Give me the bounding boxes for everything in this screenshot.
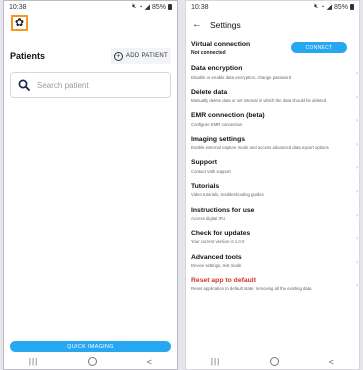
setting-title: Tutorials <box>191 182 220 190</box>
setting-title: Advanced tools <box>191 253 242 261</box>
system-nav-bar: ||| < <box>4 354 177 369</box>
back-button[interactable]: < <box>147 357 152 367</box>
gear-icon: ✿ <box>14 16 25 29</box>
setting-title: Data encryption <box>191 65 243 73</box>
setting-desc: Device settings, test mode <box>191 262 242 268</box>
setting-title: Check for updates <box>191 230 251 238</box>
status-icons: 🔇︎ ◔ ◢ 85% <box>314 3 354 11</box>
setting-title: Imaging settings <box>191 135 246 143</box>
search-icon <box>18 79 30 91</box>
connect-button[interactable]: CONNECT <box>291 42 347 53</box>
add-patient-button[interactable]: + ADD PATIENT <box>110 48 171 64</box>
back-arrow-icon[interactable]: ← <box>192 20 202 30</box>
home-button[interactable] <box>269 357 279 366</box>
setting-title: Delete data <box>191 88 228 96</box>
search-input[interactable] <box>37 80 157 90</box>
back-button[interactable]: < <box>329 357 334 367</box>
chevron-right-icon: › <box>356 188 358 195</box>
setting-data-encryption[interactable]: Data encryption Disable or enable data e… <box>186 65 359 80</box>
setting-support[interactable]: Support Contact Volk support › <box>186 159 359 174</box>
setting-desc: Disable or enable data encryption, chang… <box>191 74 292 80</box>
setting-check-for-updates[interactable]: Check for updates Your current version i… <box>186 230 359 245</box>
setting-emr-connection[interactable]: EMR connection (beta) Configure EMR conn… <box>186 112 359 127</box>
setting-instructions-for-use[interactable]: Instructions for use Access digital IFU … <box>186 207 359 222</box>
page-title: Settings <box>210 20 241 30</box>
chevron-right-icon: › <box>356 236 358 243</box>
setting-desc: Video tutorials, troubleshooting guides <box>191 192 264 198</box>
chevron-right-icon: › <box>356 283 358 290</box>
patients-screen: 10:38 🔇︎ ◔ ◢ 85% ✿ Patients + ADD PATIEN… <box>3 0 178 370</box>
setting-tutorials[interactable]: Tutorials Video tutorials, troubleshooti… <box>186 183 359 198</box>
battery-icon <box>168 4 172 10</box>
setting-title: Instructions for use <box>191 206 255 214</box>
battery-icon <box>350 4 354 10</box>
quick-imaging-button[interactable]: QUICK IMAGING <box>10 341 171 352</box>
battery-level: 85% <box>151 3 166 11</box>
setting-title: EMR connection (beta) <box>191 112 265 120</box>
status-bar: 10:38 🔇︎ ◔ ◢ 85% <box>186 1 359 13</box>
chevron-right-icon: › <box>356 71 358 78</box>
wifi-icon: ◔ <box>320 3 325 11</box>
setting-desc: Manually delete data or set interval in … <box>191 98 327 104</box>
status-bar: 10:38 🔇︎ ◔ ◢ 85% <box>4 1 177 13</box>
search-box[interactable] <box>10 72 171 98</box>
chevron-right-icon: › <box>356 259 358 266</box>
chevron-right-icon: › <box>356 141 358 148</box>
setting-desc: Configure EMR connection <box>191 121 243 127</box>
status-time: 10:38 <box>191 3 209 11</box>
status-icons: 🔇︎ ◔ ◢ 85% <box>132 3 172 11</box>
settings-screen: 10:38 🔇︎ ◔ ◢ 85% ← Settings Virtual conn… <box>185 0 360 370</box>
setting-advanced-tools[interactable]: Advanced tools Device settings, test mod… <box>186 254 359 269</box>
chevron-right-icon: › <box>356 212 358 219</box>
setting-title: Support <box>191 159 218 167</box>
setting-desc: Enable external capture mode and access … <box>191 145 329 151</box>
setting-desc: Access digital IFU <box>191 215 226 221</box>
recent-apps-button[interactable]: ||| <box>29 357 38 366</box>
patients-header: Patients + ADD PATIENT <box>10 48 171 64</box>
home-button[interactable] <box>87 357 97 366</box>
page-title: Patients <box>10 51 46 61</box>
settings-list: Virtual connection Not connected CONNECT… <box>186 41 359 301</box>
setting-imaging-settings[interactable]: Imaging settings Enable external capture… <box>186 136 359 151</box>
chevron-right-icon: › <box>356 94 358 101</box>
add-patient-label: ADD PATIENT <box>125 53 168 59</box>
setting-reset-app[interactable]: Reset app to default Reset application t… <box>186 277 359 292</box>
setting-delete-data[interactable]: Delete data Manually delete data or set … <box>186 89 359 104</box>
setting-desc: Your current version is 1.0.0 <box>191 239 245 245</box>
wifi-icon: ◔ <box>138 3 143 11</box>
chevron-right-icon: › <box>356 118 358 125</box>
system-nav-bar: ||| < <box>186 354 359 369</box>
signal-icon: ◢ <box>326 4 332 11</box>
battery-level: 85% <box>333 3 348 11</box>
chevron-right-icon: › <box>356 165 358 172</box>
settings-gear-button[interactable]: ✿ <box>11 15 28 31</box>
settings-header: ← Settings <box>192 18 353 32</box>
setting-desc: Contact Volk support <box>191 168 231 174</box>
mute-icon: 🔇︎ <box>313 3 319 10</box>
setting-title: Reset app to default <box>191 277 256 285</box>
mute-icon: 🔇︎ <box>131 3 137 10</box>
setting-virtual-connection: Virtual connection Not connected CONNECT <box>186 41 359 56</box>
plus-circle-icon: + <box>113 51 123 61</box>
signal-icon: ◢ <box>144 4 150 11</box>
status-time: 10:38 <box>9 3 27 11</box>
recent-apps-button[interactable]: ||| <box>211 357 220 366</box>
setting-desc: Reset application to default state, remo… <box>191 286 312 292</box>
